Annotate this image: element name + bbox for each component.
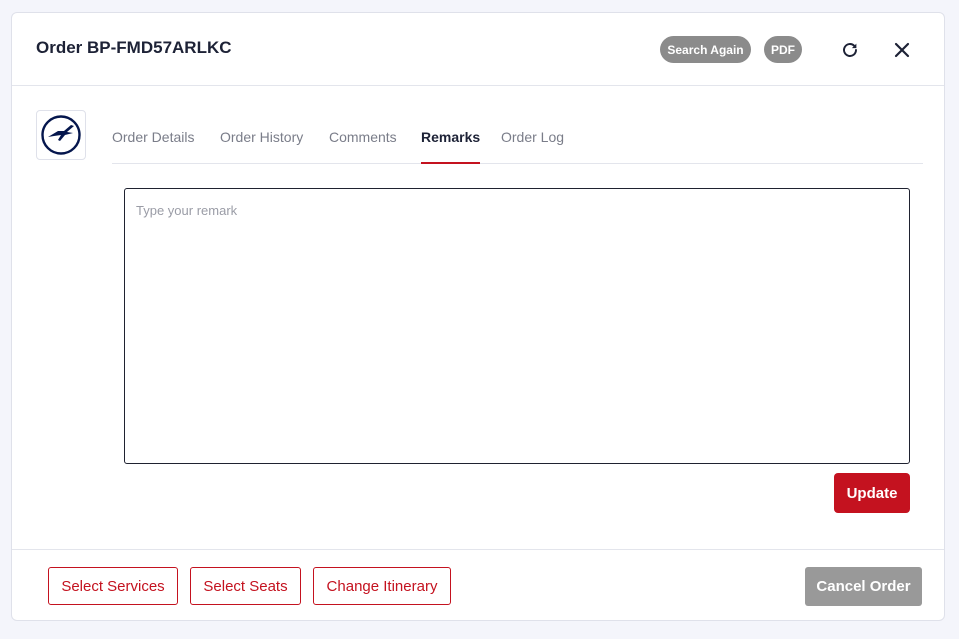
remark-textarea[interactable] — [124, 188, 910, 464]
order-title: Order BP-FMD57ARLKC — [36, 38, 232, 57]
airline-logo — [36, 110, 86, 160]
tab-comments[interactable]: Comments — [329, 110, 397, 163]
tab-order-details[interactable]: Order Details — [112, 110, 194, 163]
crane-logo-icon — [41, 115, 81, 155]
order-tabs: Order Details Order History Comments Rem… — [112, 110, 923, 164]
tab-remarks[interactable]: Remarks — [421, 110, 481, 164]
select-seats-button[interactable]: Select Seats — [190, 567, 301, 605]
pdf-button[interactable]: PDF — [764, 36, 802, 63]
order-modal: Order BP-FMD57ARLKC Search Again PDF Ord… — [11, 12, 945, 621]
cancel-order-button[interactable]: Cancel Order — [805, 567, 922, 606]
modal-header: Order BP-FMD57ARLKC Search Again PDF — [12, 13, 944, 86]
tab-order-log[interactable]: Order Log — [501, 110, 564, 163]
close-icon[interactable] — [891, 39, 913, 61]
search-again-button[interactable]: Search Again — [660, 36, 751, 63]
refresh-icon[interactable] — [839, 39, 861, 61]
select-services-button[interactable]: Select Services — [48, 567, 178, 605]
change-itinerary-button[interactable]: Change Itinerary — [313, 567, 451, 605]
update-button[interactable]: Update — [834, 473, 910, 513]
tab-order-history[interactable]: Order History — [220, 110, 303, 163]
modal-footer: Select Services Select Seats Change Itin… — [12, 549, 944, 620]
